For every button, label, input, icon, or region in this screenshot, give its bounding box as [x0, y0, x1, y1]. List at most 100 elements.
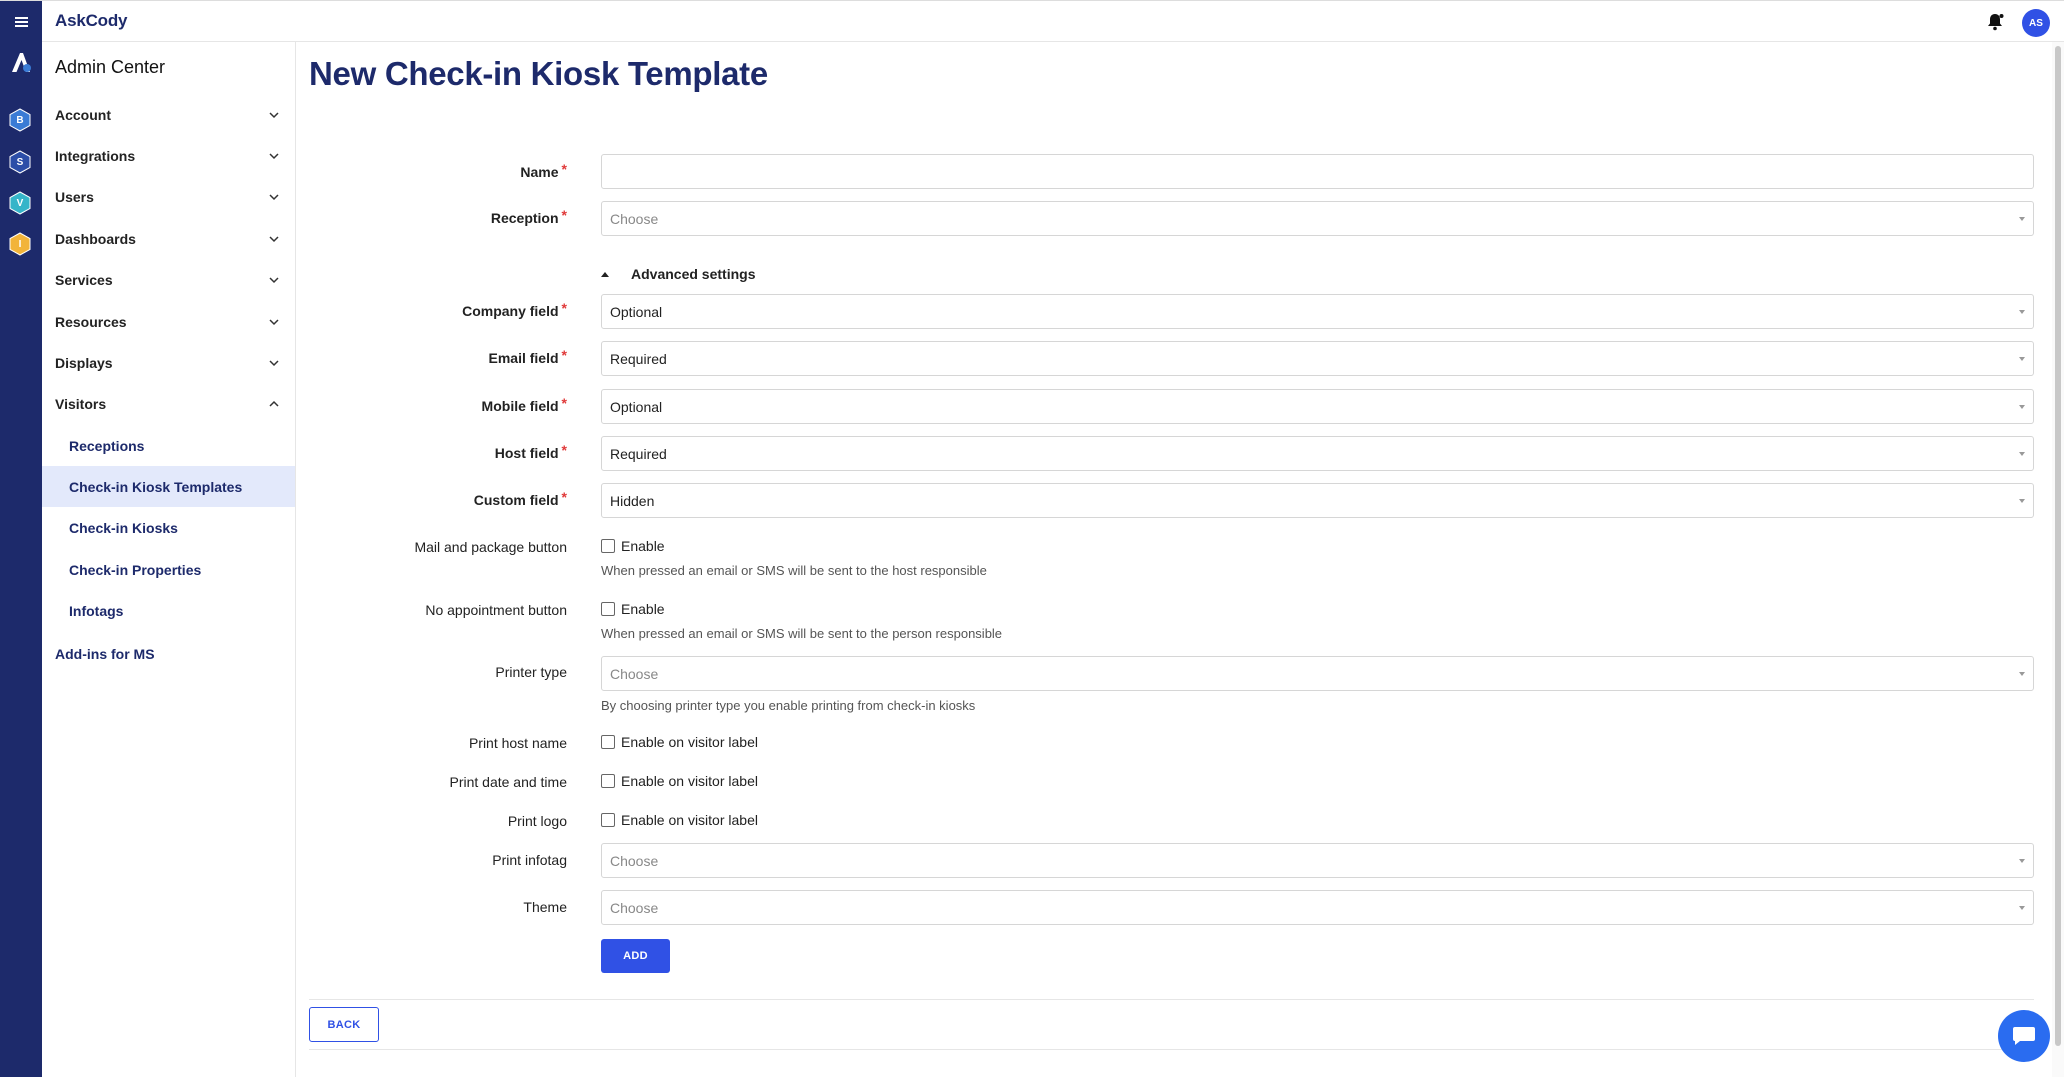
required-mark: *: [561, 161, 567, 177]
sidebar-item-displays[interactable]: Displays: [42, 342, 295, 383]
name-input[interactable]: [601, 154, 2034, 189]
add-button[interactable]: ADD: [601, 939, 670, 973]
print-date-enable[interactable]: Enable on visitor label: [601, 773, 758, 789]
divider: [309, 1049, 2034, 1050]
sidebar-item-account[interactable]: Account: [42, 94, 295, 135]
dropdown-caret-icon: [2019, 499, 2025, 503]
dropdown-caret-icon: [2019, 452, 2025, 456]
reception-label: Reception *: [490, 207, 567, 226]
top-bar: AskCody AS: [0, 0, 2064, 43]
company-field-label: Company field *: [462, 300, 567, 319]
printer-type-hint: By choosing printer type you enable prin…: [601, 698, 976, 713]
sidebar-item-label: Visitors: [55, 395, 107, 412]
sidebar-item-label: Services: [55, 271, 113, 288]
menu-icon[interactable]: [0, 1, 42, 43]
print-infotag-select[interactable]: Choose: [601, 843, 2034, 878]
sidebar-subitem-check-in-properties[interactable]: Check-in Properties: [42, 549, 295, 590]
sidebar-item-users[interactable]: Users: [42, 176, 295, 217]
chat-support-button[interactable]: [1998, 1010, 2050, 1062]
mobile-field-select[interactable]: Optional: [601, 389, 2034, 424]
service-app-icon[interactable]: S: [9, 150, 31, 174]
chevron-down-icon: [269, 153, 279, 160]
notifications-bell-icon[interactable]: [1985, 12, 2005, 32]
theme-select[interactable]: Choose: [601, 890, 2034, 925]
print-logo-label: Print logo: [507, 813, 567, 829]
scrollbar[interactable]: [2052, 42, 2064, 1077]
scrollbar-thumb[interactable]: [2055, 46, 2061, 1046]
dropdown-caret-icon: [2019, 217, 2025, 221]
required-mark: *: [561, 207, 567, 223]
printer-type-select[interactable]: Choose: [601, 656, 2034, 691]
sidebar-subitem-check-in-kiosk-templates[interactable]: Check-in Kiosk Templates: [42, 466, 295, 507]
avatar[interactable]: AS: [2022, 9, 2050, 37]
sidebar-title: Admin Center: [55, 57, 166, 77]
required-mark: *: [561, 347, 567, 363]
sidebar-subitem-check-in-kiosks[interactable]: Check-in Kiosks: [42, 507, 295, 548]
name-label: Name *: [520, 161, 567, 180]
email-field-label: Email field *: [488, 347, 567, 366]
required-mark: *: [561, 442, 567, 458]
main-content: New Check-in Kiosk Template Name * Recept…: [297, 42, 2047, 1077]
print-logo-enable[interactable]: Enable on visitor label: [601, 812, 758, 828]
reception-select[interactable]: Choose: [601, 201, 2034, 236]
no-appointment-enable[interactable]: Enable: [601, 601, 665, 617]
mail-package-checkbox[interactable]: [601, 539, 615, 553]
chat-bubble-icon: [2013, 1027, 2035, 1045]
dropdown-caret-icon: [2019, 672, 2025, 676]
sidebar-item-integrations[interactable]: Integrations: [42, 135, 295, 176]
chevron-down-icon: [269, 236, 279, 243]
no-appointment-checkbox[interactable]: [601, 602, 615, 616]
print-host-checkbox[interactable]: [601, 735, 615, 749]
mail-package-label: Mail and package button: [414, 539, 567, 555]
print-host-enable[interactable]: Enable on visitor label: [601, 734, 758, 750]
admin-sidebar: Admin Center Account Integrations Users …: [42, 42, 296, 1077]
required-mark: *: [561, 300, 567, 316]
required-mark: *: [561, 395, 567, 411]
chevron-down-icon: [269, 112, 279, 119]
sidebar-subitem-infotags[interactable]: Infotags: [42, 590, 295, 631]
email-field-select[interactable]: Required: [601, 341, 2034, 376]
no-appointment-hint: When pressed an email or SMS will be sen…: [601, 626, 1003, 641]
brand-logo[interactable]: AskCody: [55, 11, 127, 31]
dropdown-caret-icon: [2019, 310, 2025, 314]
custom-field-label: Custom field *: [473, 489, 567, 508]
sidebar-item-services[interactable]: Services: [42, 259, 295, 300]
sidebar-item-visitors[interactable]: Visitors: [42, 383, 295, 424]
divider: [309, 999, 2034, 1000]
dropdown-caret-icon: [2019, 906, 2025, 910]
chevron-down-icon: [269, 194, 279, 201]
sidebar-item-label: Users: [55, 188, 94, 205]
mail-package-hint: When pressed an email or SMS will be sen…: [601, 563, 987, 578]
print-date-checkbox[interactable]: [601, 774, 615, 788]
company-field-select[interactable]: Optional: [601, 294, 2034, 329]
required-mark: *: [561, 489, 567, 505]
chevron-down-icon: [269, 277, 279, 284]
sidebar-item-addins[interactable]: Add-ins for MS: [55, 646, 155, 662]
mobile-field-label: Mobile field *: [481, 395, 567, 414]
back-button[interactable]: BACK: [309, 1007, 379, 1042]
sidebar-item-label: Integrations: [55, 147, 136, 164]
host-field-select[interactable]: Required: [601, 436, 2034, 471]
visitor-app-icon[interactable]: V: [9, 191, 31, 215]
chevron-down-icon: [269, 360, 279, 367]
dropdown-caret-icon: [2019, 405, 2025, 409]
sidebar-item-resources[interactable]: Resources: [42, 301, 295, 342]
booking-app-icon[interactable]: B: [9, 108, 31, 132]
host-field-label: Host field *: [494, 442, 567, 461]
sidebar-item-label: Account: [55, 106, 111, 123]
print-date-label: Print date and time: [449, 774, 567, 790]
theme-label: Theme: [523, 899, 567, 915]
custom-field-select[interactable]: Hidden: [601, 483, 2034, 518]
print-host-label: Print host name: [468, 735, 567, 751]
caret-up-icon: [601, 271, 609, 277]
askcody-logo-icon[interactable]: [8, 50, 34, 76]
print-logo-checkbox[interactable]: [601, 813, 615, 827]
sidebar-subitem-receptions[interactable]: Receptions: [42, 425, 295, 466]
sidebar-item-label: Dashboards: [55, 230, 136, 247]
sidebar-item-dashboards[interactable]: Dashboards: [42, 218, 295, 259]
sidebar-item-label: Displays: [55, 354, 113, 371]
advanced-settings-toggle[interactable]: Advanced settings: [601, 266, 755, 282]
mail-package-enable[interactable]: Enable: [601, 538, 665, 554]
chevron-up-icon: [269, 400, 279, 407]
insights-app-icon[interactable]: I: [9, 232, 31, 256]
